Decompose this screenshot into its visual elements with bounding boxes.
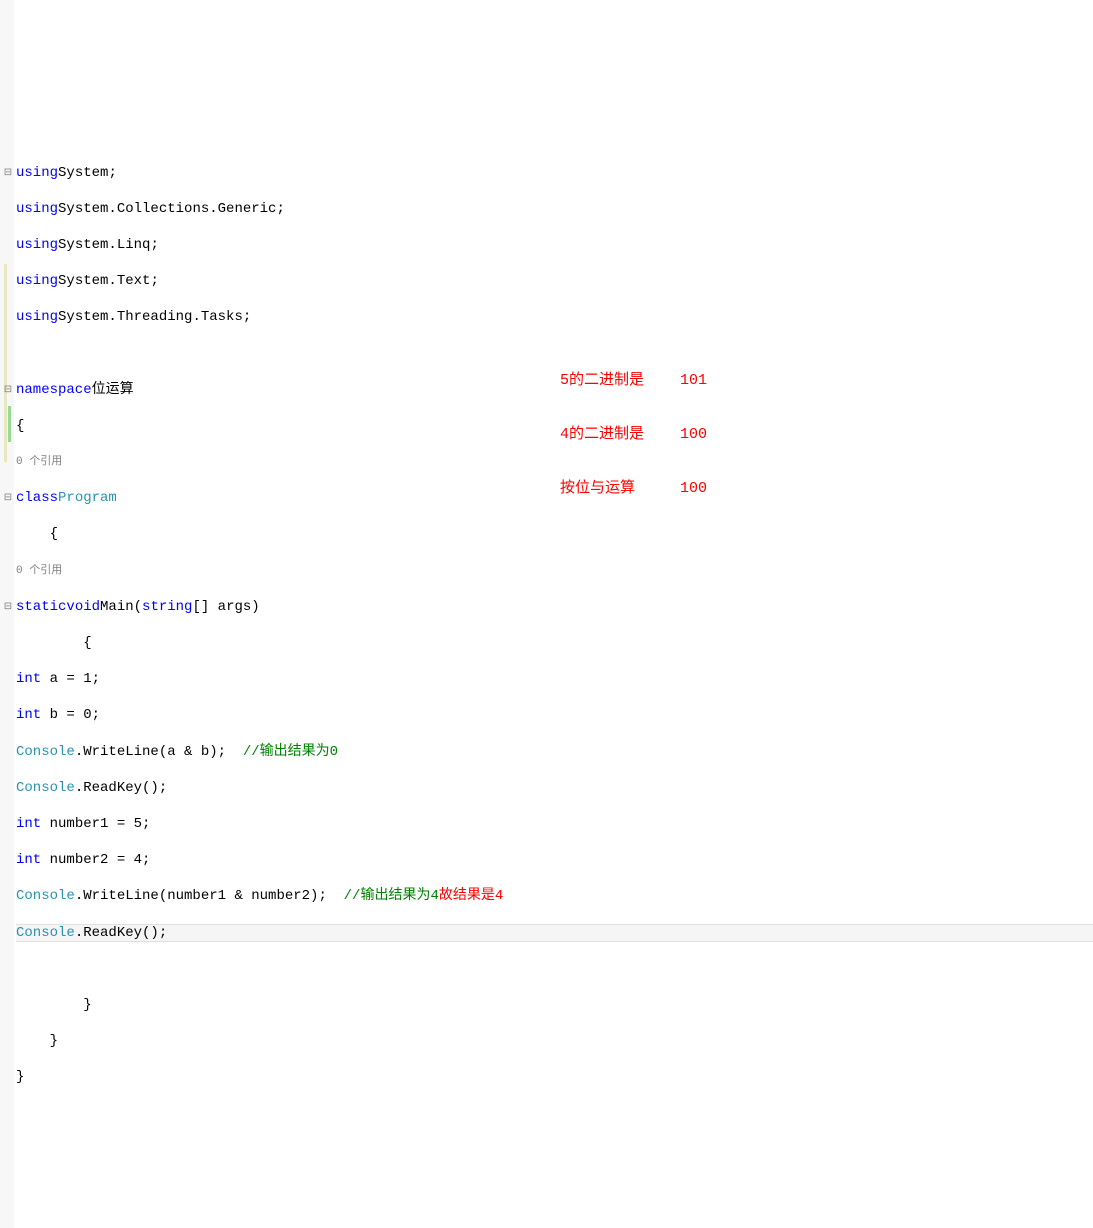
code-line: int number1 = 5; — [16, 815, 1093, 833]
annotation-text: 5的二进制是 — [560, 372, 680, 390]
reference-count[interactable]: 0 个引用 — [16, 455, 62, 469]
code-editor[interactable]: ⊟using System; using System.Collections.… — [0, 146, 1093, 1105]
fold-icon[interactable]: ⊟ — [2, 601, 14, 613]
blank-line — [16, 345, 1093, 363]
code-line: Console.WriteLine(number1 & number2); //… — [16, 887, 1093, 905]
keyword: using — [16, 164, 58, 182]
namespace-name: System.Linq — [58, 236, 150, 254]
code-text: number1 = 5; — [41, 815, 150, 833]
keyword: using — [16, 236, 58, 254]
fold-icon[interactable]: ⊟ — [2, 384, 14, 396]
keyword: static — [16, 598, 66, 616]
keyword: void — [66, 598, 100, 616]
code-line: Console.ReadKey(); — [16, 779, 1093, 797]
code-line: { — [16, 634, 1093, 652]
keyword: int — [16, 706, 41, 724]
code-line: ⊟using System; — [16, 164, 1093, 182]
current-line-highlight — [16, 924, 1093, 942]
code-line: int number2 = 4; — [16, 851, 1093, 869]
namespace-name: System.Threading.Tasks — [58, 308, 243, 326]
method-name: Main — [100, 598, 134, 616]
comment: //输出结果为4 — [344, 887, 439, 905]
code-line: ⊟ static void Main(string[] args) — [16, 598, 1093, 616]
code-line: { — [16, 526, 1093, 544]
namespace-name: System.Collections.Generic — [58, 200, 276, 218]
code-text: a = 1; — [41, 670, 100, 688]
keyword: using — [16, 272, 58, 290]
namespace-name: System.Text — [58, 272, 150, 290]
keyword: int — [16, 851, 41, 869]
keyword: int — [16, 815, 41, 833]
keyword: namespace — [16, 381, 92, 399]
code-line: { — [16, 417, 1093, 435]
code-text: [] args) — [192, 598, 259, 616]
code-line: } — [16, 1068, 1093, 1086]
brace: { — [16, 417, 24, 435]
brace: { — [16, 634, 92, 652]
code-text: b = 0; — [41, 706, 100, 724]
code-line: using System.Linq; — [16, 236, 1093, 254]
annotation-text: 按位与运算 — [560, 480, 680, 498]
code-text: .WriteLine(a & b); — [75, 743, 243, 761]
code-line: int a = 1; — [16, 670, 1093, 688]
keyword: int — [16, 670, 41, 688]
reference-count[interactable]: 0 个引用 — [16, 564, 62, 578]
keyword: string — [142, 598, 192, 616]
namespace-name: 位运算 — [92, 381, 134, 399]
namespace-name: System — [58, 164, 108, 182]
code-text: .ReadKey(); — [75, 779, 167, 797]
codelens-line: 0 个引用 — [16, 562, 1093, 580]
code-line: } — [16, 996, 1093, 1014]
keyword: using — [16, 200, 58, 218]
type-name: Console — [16, 887, 75, 905]
fold-icon[interactable]: ⊟ — [2, 167, 14, 179]
annotation-overlay: 5的二进制是101 4的二进制是100 按位与运算100 — [560, 336, 740, 516]
code-line: using System.Threading.Tasks; — [16, 308, 1093, 326]
fold-icon[interactable]: ⊟ — [2, 492, 14, 504]
annotation-value: 100 — [680, 480, 740, 498]
type-name: Program — [58, 489, 117, 507]
annotation-text: 4的二进制是 — [560, 426, 680, 444]
code-line: int b = 0; — [16, 707, 1093, 725]
code-line: ⊟namespace 位运算 — [16, 381, 1093, 399]
code-line: using System.Text; — [16, 272, 1093, 290]
annotation-value: 100 — [680, 426, 740, 444]
code-line: } — [16, 1032, 1093, 1050]
code-text: .WriteLine(number1 & number2); — [75, 887, 344, 905]
blank-line — [16, 960, 1093, 978]
code-line: Console.ReadKey(); — [16, 924, 1093, 942]
comment: //输出结果为0 — [243, 743, 338, 761]
brace: } — [16, 1032, 58, 1050]
code-text: number2 = 4; — [41, 851, 150, 869]
keyword: class — [16, 489, 58, 507]
brace: } — [16, 1068, 24, 1086]
codelens-line: 0 个引用 — [16, 453, 1093, 471]
type-name: Console — [16, 743, 75, 761]
code-line: using System.Collections.Generic; — [16, 200, 1093, 218]
code-line: Console.WriteLine(a & b); //输出结果为0 — [16, 743, 1093, 761]
code-text: .ReadKey(); — [75, 924, 167, 942]
type-name: Console — [16, 924, 75, 942]
code-line: ⊟ class Program — [16, 489, 1093, 507]
annotation-text: 故结果是4 — [439, 887, 503, 905]
annotation-value: 101 — [680, 372, 740, 390]
brace: } — [16, 996, 92, 1014]
keyword: using — [16, 308, 58, 326]
brace: { — [16, 525, 58, 543]
type-name: Console — [16, 779, 75, 797]
